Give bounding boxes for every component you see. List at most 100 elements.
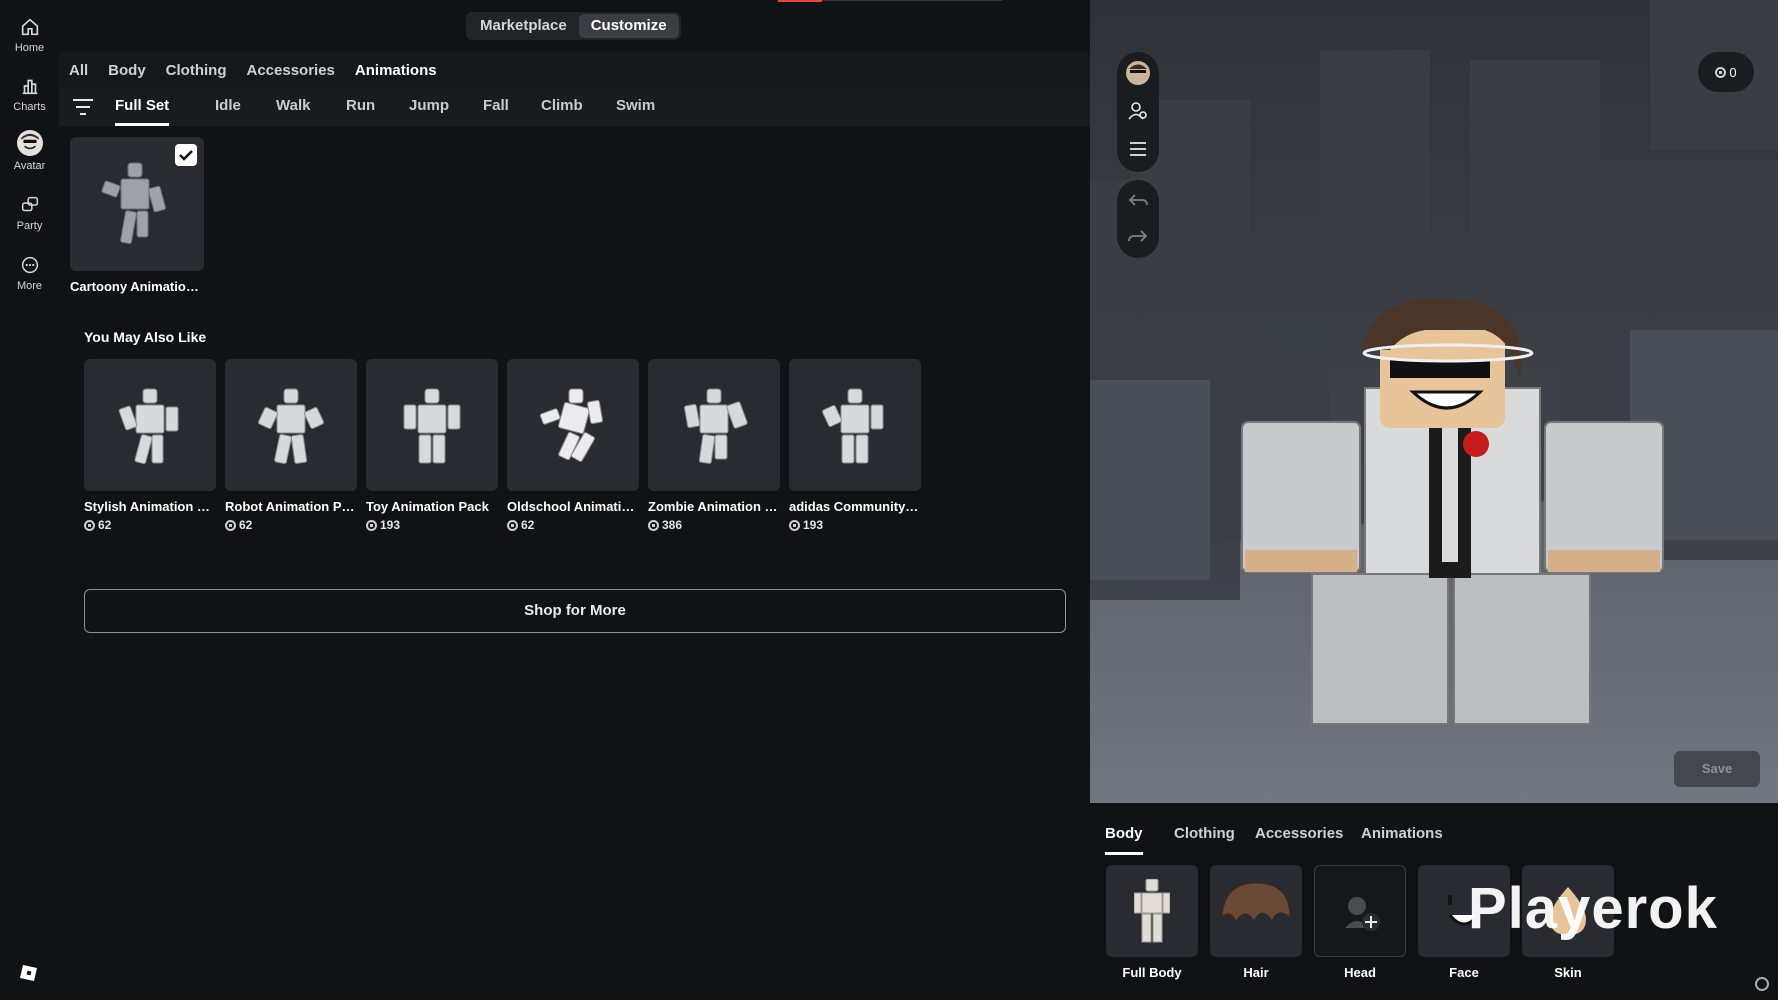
robux-icon	[225, 519, 236, 531]
rec-name: Stylish Animation Pack	[84, 499, 216, 514]
rail-charts[interactable]: Charts	[0, 75, 59, 113]
marketplace-button[interactable]: Marketplace	[468, 14, 579, 38]
undo-icon[interactable]	[1127, 190, 1149, 212]
rec-thumbnail	[507, 359, 639, 491]
customize-button[interactable]: Customize	[578, 14, 679, 38]
redo-icon[interactable]	[1127, 226, 1149, 248]
body-part-label: Skin	[1554, 965, 1582, 980]
animation-figure-image	[539, 388, 604, 462]
rec-card[interactable]: Zombie Animation Pack 386	[648, 359, 780, 532]
rec-price: 386	[648, 518, 780, 532]
rec-thumbnail	[84, 359, 216, 491]
rec-thumbnail	[366, 359, 498, 491]
subtab-climb[interactable]: Climb	[541, 88, 583, 126]
rec-price-value: 386	[662, 518, 683, 532]
full-body-image	[1134, 879, 1170, 943]
rail-party[interactable]: Party	[0, 194, 59, 232]
left-rail: Home Charts Avatar Party More	[0, 0, 59, 1000]
subtab-swim[interactable]: Swim	[616, 88, 655, 126]
robux-icon	[789, 519, 800, 531]
bottom-tab-animations[interactable]: Animations	[1361, 825, 1443, 855]
info-icon[interactable]	[1755, 977, 1769, 991]
rec-price: 193	[789, 518, 921, 532]
save-button[interactable]: Save	[1674, 751, 1760, 787]
rec-name: adidas Community Animation Pack	[789, 499, 921, 514]
rec-name: Oldschool Animation Pack	[507, 499, 639, 514]
rail-home[interactable]: Home	[0, 16, 59, 54]
bottom-tab-clothing[interactable]: Clothing	[1174, 825, 1235, 855]
avatar-icon	[16, 130, 43, 156]
shop-for-more-button[interactable]: Shop for More	[84, 589, 1066, 633]
more-icon	[21, 256, 38, 274]
robux-icon	[648, 519, 659, 531]
owned-item-card[interactable]	[70, 137, 204, 271]
filter-icon[interactable]	[72, 97, 94, 117]
subtab-jump[interactable]: Jump	[409, 88, 449, 126]
subtab-idle[interactable]: Idle	[215, 88, 241, 126]
tab-body[interactable]: Body	[108, 62, 146, 79]
body-part-thumbnail	[1210, 865, 1302, 957]
category-tabs: All Body Clothing Accessories Animations	[59, 52, 1090, 88]
rec-name: Robot Animation Pack	[225, 499, 357, 514]
add-head-icon	[1345, 897, 1380, 931]
rec-card[interactable]: Toy Animation Pack 193	[366, 359, 498, 532]
rec-price: 62	[225, 518, 357, 532]
app-root: Home Charts Avatar Party More Marketplac…	[0, 0, 1778, 1000]
subtab-run[interactable]: Run	[346, 88, 375, 126]
body-part-thumbnail	[1106, 865, 1198, 957]
robux-balance[interactable]: 0	[1698, 52, 1754, 92]
rail-avatar[interactable]: Avatar	[0, 130, 59, 172]
body-part-head[interactable]: Head	[1314, 865, 1406, 980]
rec-thumbnail	[225, 359, 357, 491]
rail-avatar-label: Avatar	[13, 160, 46, 172]
rec-price-value: 193	[803, 518, 824, 532]
menu-icon[interactable]	[1127, 138, 1149, 160]
history-tools	[1117, 180, 1159, 258]
body-part-label: Face	[1449, 965, 1479, 980]
rail-charts-label: Charts	[13, 101, 46, 113]
tab-all[interactable]: All	[69, 62, 88, 79]
tab-clothing[interactable]: Clothing	[166, 62, 227, 79]
body-part-full-body[interactable]: Full Body	[1106, 865, 1198, 980]
bottom-tab-accessories[interactable]: Accessories	[1255, 825, 1343, 855]
animation-figure-image	[118, 388, 179, 465]
charts-icon	[22, 79, 37, 95]
animation-figure-image	[403, 388, 461, 464]
rec-card[interactable]: adidas Community Animation Pack 193	[789, 359, 921, 532]
subtab-fall[interactable]: Fall	[483, 88, 509, 126]
body-part-label: Head	[1344, 965, 1376, 980]
subtab-full-set[interactable]: Full Set	[115, 88, 170, 126]
viewport-tools	[1117, 52, 1159, 172]
roblox-logo-icon[interactable]	[19, 963, 39, 983]
rail-more-label: More	[16, 280, 43, 292]
owned-item-name: Cartoony Animation Package	[70, 279, 204, 294]
inventory-panel: All Body Clothing Accessories Animations…	[59, 52, 1090, 1000]
rec-price: 62	[84, 518, 216, 532]
rec-card[interactable]: Oldschool Animation Pack 62	[507, 359, 639, 532]
tab-accessories[interactable]: Accessories	[247, 62, 335, 79]
body-part-label: Hair	[1243, 965, 1269, 980]
avatar-settings-icon[interactable]	[1127, 100, 1149, 122]
progress-indicator	[778, 0, 822, 2]
rec-price-value: 62	[521, 518, 535, 532]
recommendations-title: You May Also Like	[84, 329, 207, 345]
animation-figure-image	[258, 388, 324, 465]
rail-party-label: Party	[16, 220, 43, 232]
rec-card[interactable]: Stylish Animation Pack 62	[84, 359, 216, 532]
rec-card[interactable]: Robot Animation Pack 62	[225, 359, 357, 532]
robux-icon	[1715, 66, 1727, 78]
selected-check-icon	[175, 144, 197, 166]
rail-home-label: Home	[14, 42, 45, 54]
rail-more[interactable]: More	[0, 254, 59, 292]
subtab-walk[interactable]: Walk	[276, 88, 310, 126]
subcategory-tabs: Full Set Idle Walk Run Jump Fall Climb S…	[59, 88, 1090, 126]
avatar-viewport[interactable]	[1090, 0, 1778, 803]
tab-animations[interactable]: Animations	[355, 62, 437, 79]
progress-track	[822, 0, 1002, 1]
body-part-hair[interactable]: Hair	[1210, 865, 1302, 980]
avatar-switcher-icon[interactable]	[1125, 60, 1151, 86]
bottom-tab-body[interactable]: Body	[1105, 825, 1143, 855]
robux-icon	[366, 519, 377, 531]
rec-thumbnail	[789, 359, 921, 491]
rec-price: 193	[366, 518, 498, 532]
